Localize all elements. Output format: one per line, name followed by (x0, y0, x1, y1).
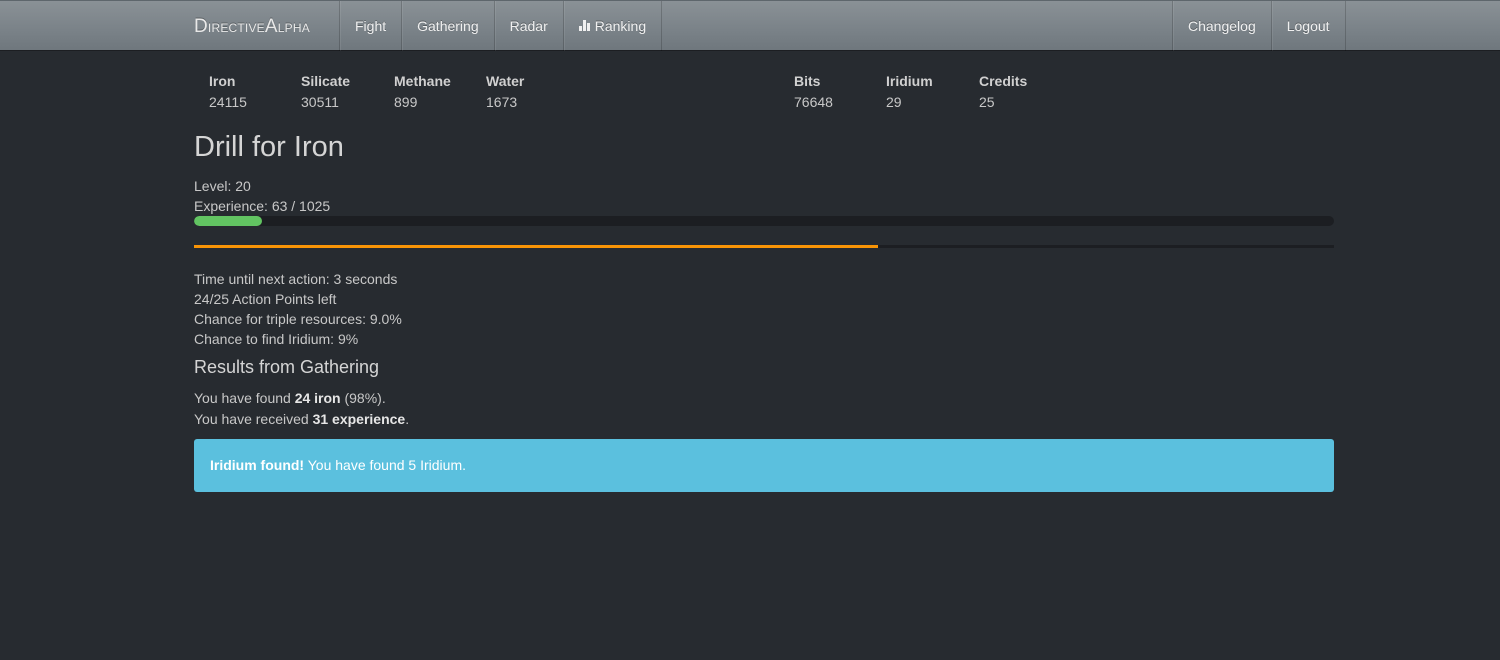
resource-value: 25 (979, 94, 995, 110)
time-until-next-action: Time until next action: 3 seconds (194, 271, 398, 287)
resource-silicate: Silicate 30511 (301, 73, 350, 110)
resource-bits: Bits 76648 (794, 73, 833, 110)
nav-logout[interactable]: Logout (1270, 1, 1346, 51)
resource-value: 899 (394, 94, 418, 110)
level-text: Level: 20 (194, 178, 251, 194)
result-found-amount: 24 iron (294, 390, 341, 406)
result-found: You have found 24 iron (98%). (194, 390, 386, 406)
brand-letter: A (264, 16, 278, 37)
alert-message: You have found 5 Iridium. (304, 457, 466, 473)
resource-label: Water (486, 73, 525, 89)
experience-progress-bar (194, 216, 1334, 226)
results-title: Results from Gathering (194, 357, 380, 377)
brand-text: irective (207, 17, 265, 36)
resource-value: 24115 (209, 94, 247, 110)
navbar: DirectiveAlpha Fight Gathering Radar Ran… (0, 0, 1500, 51)
nav-fight[interactable]: Fight (339, 1, 401, 51)
brand-letter: D (194, 16, 208, 37)
nav-ranking-label: Ranking (594, 18, 647, 34)
resource-bar: Iron 24115 Silicate 30511 Methane 899 Wa… (209, 73, 1109, 113)
alert-heading: Iridium found! (210, 457, 305, 473)
resource-iridium: Iridium 29 (886, 73, 933, 110)
result-received-prefix: You have received (194, 411, 313, 427)
experience-text: Experience: 63 / 1025 (194, 198, 331, 214)
page-title: Drill for Iron (194, 131, 344, 163)
brand-text: lpha (277, 17, 310, 36)
resource-water: Water 1673 (486, 73, 524, 110)
iridium-alert: Iridium found! You have found 5 Iridium. (194, 439, 1334, 492)
resource-value: 76648 (794, 94, 833, 110)
resource-value: 29 (886, 94, 902, 110)
resource-label: Methane (394, 73, 451, 89)
result-found-suffix: (98%). (340, 390, 386, 406)
nav-gathering-label: Gathering (417, 18, 479, 34)
resource-label: Silicate (301, 73, 351, 89)
action-points-left: 24/25 Action Points left (194, 291, 337, 307)
result-found-prefix: You have found (194, 390, 295, 406)
action-timer-fill (194, 245, 878, 248)
resource-value: 1673 (486, 94, 518, 110)
resource-value: 30511 (301, 94, 339, 110)
brand-logo[interactable]: DirectiveAlpha (194, 1, 310, 51)
result-received: You have received 31 experience. (194, 411, 409, 427)
resource-label: Iron (209, 73, 236, 89)
nav-left: Fight Gathering Radar Ranking (339, 1, 663, 51)
nav-changelog-label: Changelog (1188, 18, 1256, 34)
resource-methane: Methane 899 (394, 73, 451, 110)
iridium-chance: Chance to find Iridium: 9% (194, 331, 359, 347)
triple-resource-chance: Chance for triple resources: 9.0% (194, 311, 402, 327)
resource-credits: Credits 25 (979, 73, 1027, 110)
nav-fight-label: Fight (355, 18, 387, 34)
action-timer-bar (194, 245, 1334, 248)
nav-gathering[interactable]: Gathering (401, 1, 493, 51)
nav-radar[interactable]: Radar (493, 1, 563, 51)
result-received-amount: 31 experience (312, 411, 406, 427)
nav-ranking[interactable]: Ranking (562, 1, 663, 51)
experience-progress-fill (194, 216, 263, 226)
nav-right: Changelog Logout (1172, 1, 1346, 51)
resource-label: Iridium (886, 73, 933, 89)
resource-label: Credits (979, 73, 1028, 89)
resource-label: Bits (794, 73, 821, 89)
resource-iron: Iron 24115 (209, 73, 247, 110)
nav-radar-label: Radar (509, 18, 548, 34)
nav-changelog[interactable]: Changelog (1172, 1, 1271, 51)
bar-chart-icon (578, 19, 590, 31)
result-received-suffix: . (405, 411, 410, 427)
nav-logout-label: Logout (1286, 18, 1330, 34)
